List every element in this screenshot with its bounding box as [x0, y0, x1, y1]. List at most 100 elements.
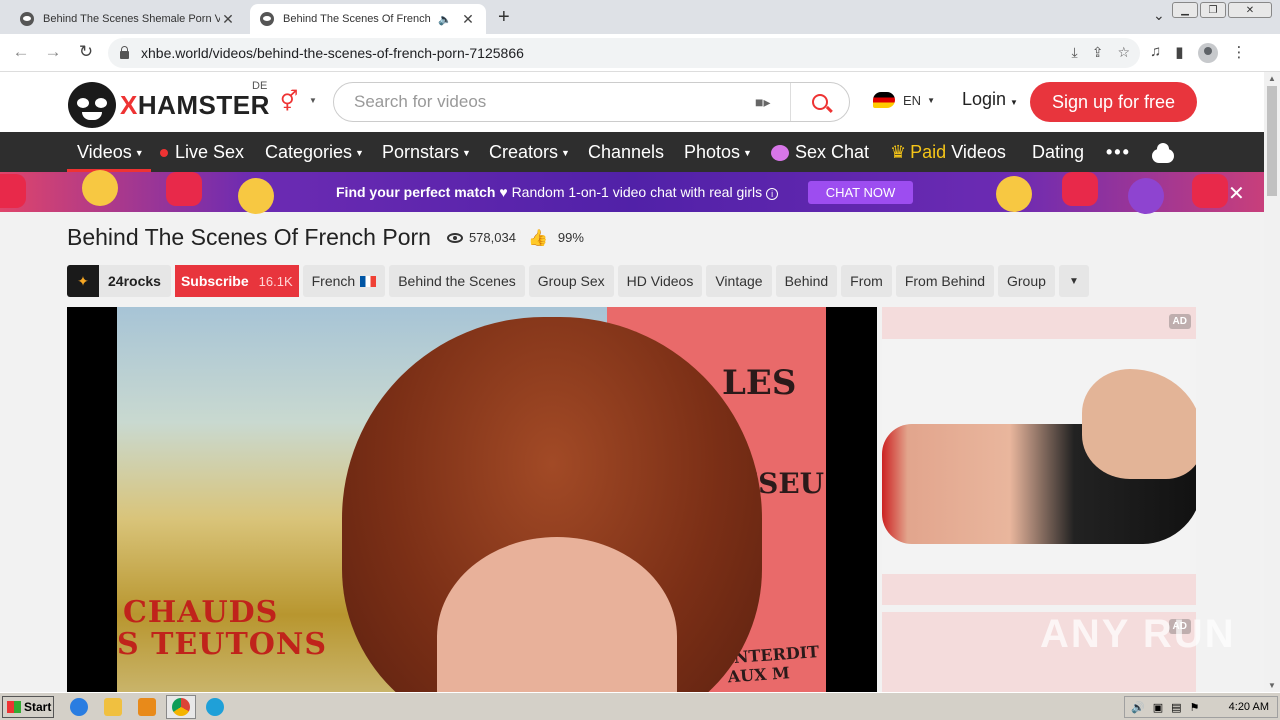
nav-categories[interactable]: Categories ▼ — [265, 142, 364, 163]
display-icon[interactable]: ▤ — [1171, 701, 1181, 714]
browser-tab[interactable]: Behind The Scenes Shemale Porn Vid ✕ — [10, 4, 246, 34]
tab-search-chevron-icon[interactable]: ⌄ — [1153, 7, 1165, 24]
tag-group-sex[interactable]: Group Sex — [528, 265, 614, 297]
volume-icon[interactable]: 🔊 — [1131, 701, 1145, 714]
subscriber-count: 16.1K — [258, 273, 293, 289]
install-icon[interactable]: ⤓ — [1072, 44, 1078, 61]
window-close-button[interactable]: ✕ — [1228, 2, 1272, 18]
nav-photos[interactable]: Photos ▼ — [684, 142, 752, 163]
heart-decoration-icon — [1192, 174, 1228, 208]
nav-videos[interactable]: Videos ▼ — [77, 142, 144, 163]
profile-avatar-icon[interactable] — [1197, 43, 1218, 63]
tab-close-icon[interactable]: ✕ — [460, 11, 476, 28]
sidebar-ad[interactable]: AD — [882, 307, 1196, 605]
start-button[interactable]: Start — [2, 696, 54, 718]
promo-banner[interactable]: Find your perfect match ♥ Random 1-on-1 … — [0, 170, 1264, 214]
scroll-up-icon[interactable]: ▲ — [1268, 74, 1276, 83]
nav-live-sex[interactable]: Live Sex — [160, 142, 244, 163]
chat-now-button[interactable]: CHAT NOW — [808, 181, 913, 204]
chrome-icon[interactable] — [172, 698, 190, 716]
region-label: DE — [252, 80, 268, 92]
main-nav: Videos ▼ Live Sex Categories ▼ Pornstars ▼ … — [0, 132, 1264, 172]
show-more-tags-chevron-icon[interactable]: ▼ — [1058, 265, 1089, 297]
search-button[interactable] — [791, 83, 849, 121]
media-controls-icon[interactable]: ♫ — [1150, 43, 1161, 63]
screen: Behind The Scenes Shemale Porn Vid ✕ Beh… — [0, 0, 1280, 720]
ad-image — [882, 339, 1196, 574]
back-arrow-icon[interactable]: ← — [10, 42, 32, 62]
kissing-emoji-icon — [82, 170, 118, 206]
address-bar[interactable]: xhbe.world/videos/behind-the-scenes-of-f… — [108, 38, 1140, 68]
chevron-down-icon[interactable]: ▼ — [309, 96, 317, 105]
watermark: ANY RUN — [1040, 612, 1236, 656]
tab-close-icon[interactable]: ✕ — [220, 11, 236, 28]
audio-playing-icon[interactable]: 🔈 — [438, 13, 452, 26]
tag-vintage[interactable]: Vintage — [706, 265, 772, 297]
system-tray: 🔊 ▣ ▤ ⚑ 4:20 AM — [1124, 696, 1278, 718]
nav-sex-chat[interactable]: Sex Chat — [771, 142, 869, 163]
network-icon[interactable]: ▣ — [1153, 701, 1163, 714]
browser-tabbar: Behind The Scenes Shemale Porn Vid ✕ Beh… — [0, 0, 1280, 34]
signup-button[interactable]: Sign up for free — [1030, 82, 1197, 122]
nav-paid-videos[interactable]: ♛ Paid Videos — [890, 142, 1006, 163]
heart-decoration-icon — [1062, 172, 1098, 206]
nav-creators[interactable]: Creators ▼ — [489, 142, 570, 163]
video-title: Behind The Scenes Of French Porn — [67, 224, 431, 250]
side-panel-icon[interactable]: ▮ — [1175, 43, 1183, 63]
chat-bubble-icon — [771, 145, 789, 162]
info-icon: i — [766, 188, 779, 200]
folder-icon[interactable] — [104, 698, 122, 716]
heart-eyes-emoji-icon — [238, 178, 274, 214]
gender-filter-icon[interactable]: ⚥ — [280, 89, 298, 114]
ad-badge: AD — [1168, 314, 1191, 329]
bookmark-star-icon[interactable]: ☆ — [1117, 44, 1130, 61]
minimize-button[interactable]: ▁ — [1172, 2, 1198, 18]
video-player[interactable]: CHAUDS S TEUTONS LES ISEU INTERDIT AUX M — [67, 307, 877, 692]
reload-icon[interactable]: ↻ — [75, 42, 97, 62]
scrollbar-thumb[interactable] — [1267, 86, 1277, 196]
tag-from-behind[interactable]: From Behind — [895, 265, 994, 297]
nav-channels[interactable]: Channels — [588, 142, 664, 163]
tag-behind-the-scenes[interactable]: Behind the Scenes — [389, 265, 525, 297]
channel-badge[interactable]: ✦ 24rocks — [67, 265, 171, 297]
heart-decoration-icon — [0, 174, 26, 208]
close-icon[interactable]: ✕ — [1228, 181, 1245, 206]
login-button[interactable]: Login ▼ — [962, 89, 1018, 110]
windows-logo-icon — [7, 701, 21, 713]
upload-cloud-icon[interactable] — [1152, 143, 1174, 166]
share-icon[interactable]: ⇪ — [1092, 44, 1104, 61]
tab-title: Behind The Scenes Of French P — [283, 13, 435, 25]
window-controls: ▁ ❐ ✕ — [1172, 2, 1272, 18]
site-logo[interactable]: XHAMSTER — [68, 82, 270, 128]
scroll-down-icon[interactable]: ▼ — [1268, 681, 1276, 690]
tag-group[interactable]: Group — [998, 265, 1055, 297]
tag-behind[interactable]: Behind — [775, 265, 838, 297]
subscribe-button[interactable]: Subscribe 16.1K — [174, 265, 299, 297]
omnibox-actions: ⤓ ⇪ ☆ — [1072, 44, 1131, 61]
media-player-icon[interactable] — [138, 698, 156, 716]
restore-button[interactable]: ❐ — [1200, 2, 1226, 18]
hamster-logo-icon — [68, 82, 116, 128]
search-input[interactable]: Search for videos — [334, 92, 755, 112]
page-scrollbar[interactable]: ▲ ▼ — [1264, 72, 1280, 692]
nav-dating[interactable]: Dating — [1032, 142, 1084, 163]
new-tab-button[interactable]: + — [498, 6, 510, 29]
germany-flag-icon — [873, 92, 895, 108]
tag-hd-videos[interactable]: HD Videos — [617, 265, 703, 297]
nav-more[interactable]: ••• — [1106, 142, 1131, 163]
search-icon — [812, 94, 828, 110]
live-dot-icon — [160, 149, 168, 158]
tag-from[interactable]: From — [841, 265, 892, 297]
forward-arrow-icon[interactable]: → — [42, 42, 64, 62]
tag-french[interactable]: French — [302, 265, 386, 297]
menu-kebab-icon[interactable]: ⋮ — [1232, 43, 1247, 63]
edge-icon[interactable] — [206, 698, 224, 716]
ie-icon[interactable] — [70, 698, 88, 716]
language-selector[interactable]: EN ▼ — [873, 92, 935, 108]
nav-pornstars[interactable]: Pornstars ▼ — [382, 142, 471, 163]
flag-icon[interactable]: ⚑ — [1190, 701, 1200, 714]
browser-tab-active[interactable]: Behind The Scenes Of French P 🔈 ✕ — [250, 4, 486, 34]
site-header: XHAMSTER DE ⚥ ▼ Search for videos ■▸ EN … — [0, 72, 1264, 132]
camera-filter-icon[interactable]: ■▸ — [755, 83, 791, 121]
search-box[interactable]: Search for videos ■▸ — [333, 82, 850, 122]
